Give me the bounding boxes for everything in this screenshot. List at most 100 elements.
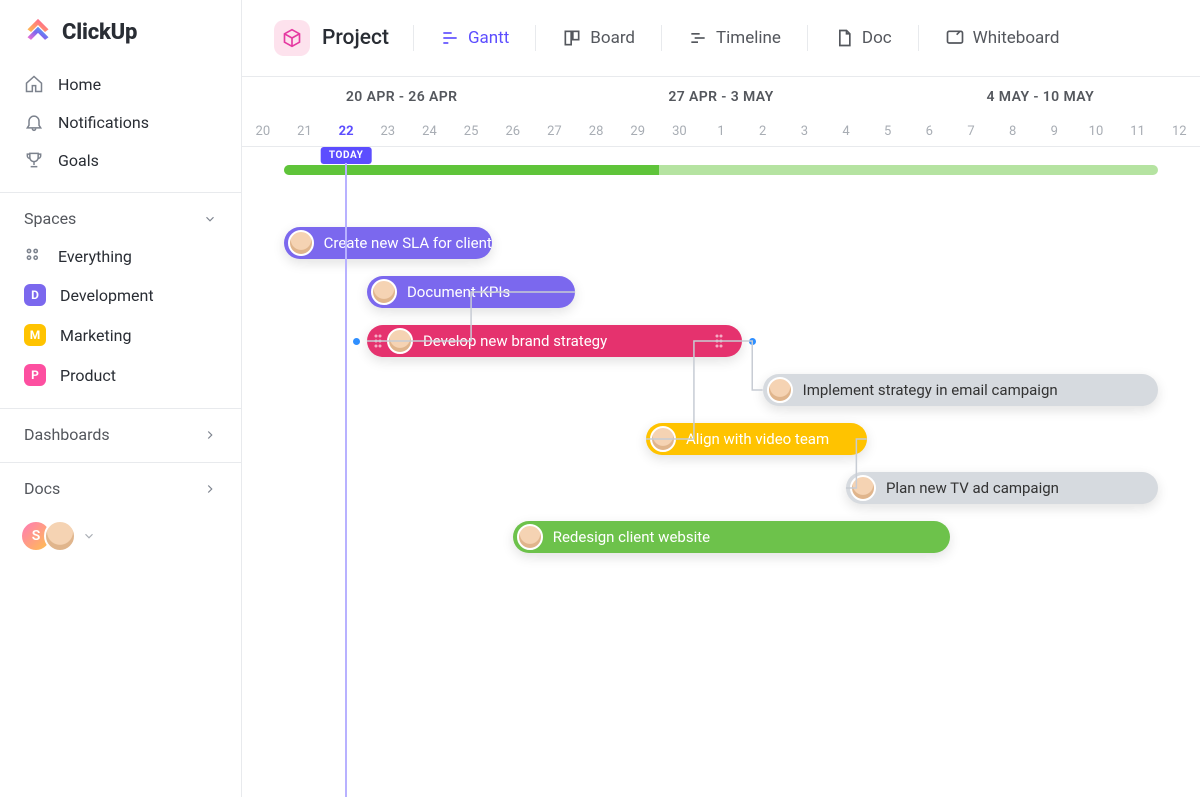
nav-home[interactable]: Home [12,66,229,102]
link-dot[interactable] [353,338,360,345]
drag-handle-icon[interactable] [373,333,383,349]
day-cell[interactable]: 26 [492,117,534,146]
assignee-avatar [850,475,876,501]
week-header-row: 20 APR - 26 APR27 APR - 3 MAY4 MAY - 10 … [242,77,1200,117]
sidebar-item-label: Everything [58,247,132,266]
link-dot[interactable] [749,338,756,345]
space-chip: P [24,364,46,386]
gantt-bar[interactable]: Plan new TV ad campaign [846,472,1158,504]
sidebar-item-everything[interactable]: Everything [12,238,229,274]
day-cell[interactable]: 24 [409,117,451,146]
divider [807,25,808,51]
week-cell: 4 MAY - 10 MAY [881,77,1200,117]
view-label: Board [590,28,635,48]
sidebar: ClickUp Home Notifications Goals Spaces [0,0,242,797]
user-avatar-photo [44,520,76,552]
divider [661,25,662,51]
day-cell[interactable]: 25 [450,117,492,146]
chevron-down-icon [82,529,96,543]
gantt-bar[interactable]: Document KPIs [367,276,575,308]
day-cell[interactable]: 1 [700,117,742,146]
project-chip[interactable]: Project [264,14,399,62]
day-header-row: 2021222324252627282930123456789101112 [242,117,1200,147]
view-label: Gantt [468,28,509,48]
assignee-avatar [387,328,413,354]
day-cell[interactable]: 10 [1075,117,1117,146]
gantt-bar[interactable]: Implement strategy in email campaign [763,374,1159,406]
day-cell[interactable]: 3 [784,117,826,146]
sidebar-item-product[interactable]: P Product [12,356,229,394]
section-title: Dashboards [24,425,110,444]
gantt-bar[interactable]: Align with video team [646,423,867,455]
section-title: Docs [24,479,60,498]
view-whiteboard[interactable]: Whiteboard [933,22,1072,54]
bar-label: Create new SLA for client [324,234,492,252]
dashboards-header[interactable]: Dashboards [0,421,241,450]
day-cell[interactable]: 23 [367,117,409,146]
week-cell: 27 APR - 3 MAY [561,77,880,117]
whiteboard-icon [945,28,965,48]
gantt-bar[interactable]: Redesign client website [513,521,950,553]
day-cell[interactable]: 21 [284,117,326,146]
nav-label: Goals [58,151,99,170]
chevron-right-icon [203,428,217,442]
nav-label: Notifications [58,113,149,132]
app-name: ClickUp [62,20,137,45]
nav-goals[interactable]: Goals [12,142,229,178]
day-cell[interactable]: 20 [242,117,284,146]
sidebar-item-label: Product [60,366,116,385]
gantt-area: 20 APR - 26 APR27 APR - 3 MAY4 MAY - 10 … [242,77,1200,797]
day-cell[interactable]: 6 [909,117,951,146]
gantt-bar[interactable]: Develop new brand strategy [367,325,742,357]
logo[interactable]: ClickUp [0,18,241,64]
nav-notifications[interactable]: Notifications [12,104,229,140]
divider [535,25,536,51]
view-gantt[interactable]: Gantt [428,22,521,54]
user-avatar-stack[interactable]: S [20,520,76,552]
day-cell[interactable]: 11 [1117,117,1159,146]
assignee-avatar [371,279,397,305]
view-label: Doc [862,28,892,48]
gantt-bar[interactable]: Create new SLA for client [284,227,492,259]
day-cell[interactable]: 8 [992,117,1034,146]
day-cell[interactable]: 2 [742,117,784,146]
day-cell[interactable]: 4 [825,117,867,146]
chevron-right-icon [203,482,217,496]
assignee-avatar [650,426,676,452]
connector [242,227,243,228]
day-cell[interactable]: 9 [1033,117,1075,146]
view-board[interactable]: Board [550,22,647,54]
connector [242,227,243,228]
doc-icon [834,28,854,48]
space-chip: D [24,284,46,306]
day-cell[interactable]: 5 [867,117,909,146]
bar-label: Redesign client website [553,528,710,546]
sidebar-item-development[interactable]: D Development [12,276,229,314]
drag-handle-icon[interactable] [714,333,724,349]
divider [918,25,919,51]
view-label: Timeline [716,28,781,48]
grid-icon [24,246,44,266]
day-cell[interactable]: 27 [534,117,576,146]
docs-section: Docs [0,462,241,516]
sidebar-item-marketing[interactable]: M Marketing [12,316,229,354]
day-cell[interactable]: 28 [575,117,617,146]
view-doc[interactable]: Doc [822,22,904,54]
chevron-down-icon [203,212,217,226]
assignee-avatar [517,524,543,550]
nav-primary: Home Notifications Goals [0,64,241,192]
view-label: Whiteboard [973,28,1060,48]
day-cell[interactable]: 22 [325,117,367,146]
dashboards-section: Dashboards [0,408,241,462]
day-cell[interactable]: 7 [950,117,992,146]
day-cell[interactable]: 12 [1158,117,1200,146]
day-cell[interactable]: 29 [617,117,659,146]
sidebar-item-label: Marketing [60,326,131,345]
day-cell[interactable]: 30 [659,117,701,146]
nav-label: Home [58,75,101,94]
view-timeline[interactable]: Timeline [676,22,793,54]
spaces-header[interactable]: Spaces [0,205,241,234]
assignee-avatar [288,230,314,256]
project-icon [274,20,310,56]
docs-header[interactable]: Docs [0,475,241,504]
